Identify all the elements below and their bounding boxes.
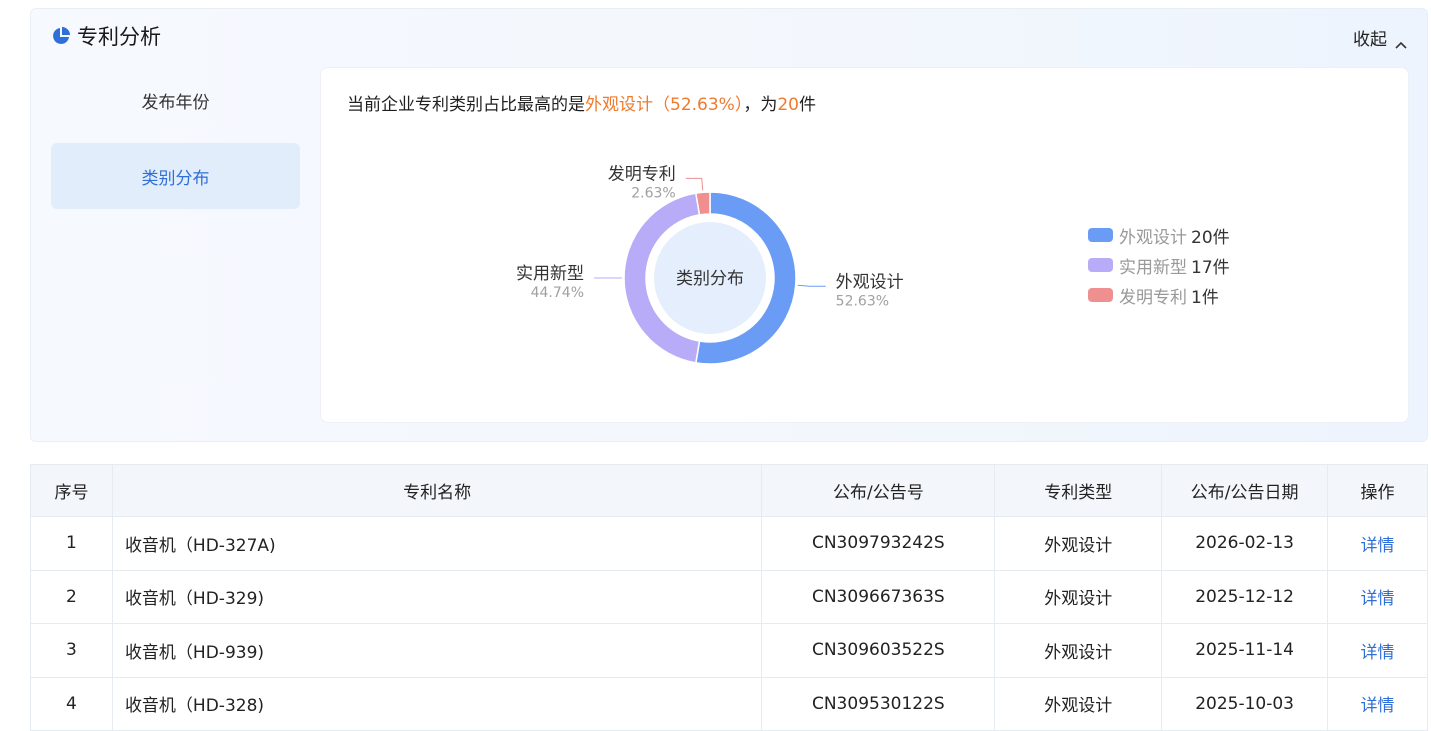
detail-link[interactable]: 详情 <box>1361 589 1395 609</box>
legend-item-appearance-design[interactable]: 外观设计 20件 <box>1088 220 1230 250</box>
panel-header: 专利分析 <box>51 21 161 51</box>
cell-patent-name: 收音机（HD-328) <box>111 676 763 731</box>
cell-publication-number: CN309793242S <box>761 516 996 571</box>
header-patent-name: 专利名称 <box>111 464 763 517</box>
slice-percent-appearance-design: 52.63% <box>836 293 889 309</box>
header-index: 序号 <box>30 464 113 517</box>
legend-label: 发明专利 <box>1119 287 1187 308</box>
cell-index: 2 <box>30 569 113 624</box>
cell-patent-type: 外观设计 <box>994 516 1163 571</box>
cell-publication-date: 2026-02-13 <box>1161 516 1329 571</box>
slice-label-appearance-design: 外观设计 <box>836 272 904 292</box>
legend-label: 实用新型 <box>1119 257 1187 278</box>
patent-table: 序号 专利名称 公布/公告号 专利类型 公布/公告日期 操作 1 收音机（HD-… <box>30 464 1428 731</box>
cell-action: 详情 <box>1327 516 1428 571</box>
cell-publication-number: CN309603522S <box>761 623 996 678</box>
detail-link[interactable]: 详情 <box>1361 696 1395 716</box>
cell-patent-type: 外观设计 <box>994 676 1163 731</box>
chart-legend: 外观设计 20件 实用新型 17件 发明专利 1件 <box>1088 220 1230 310</box>
cell-patent-name: 收音机（HD-939) <box>111 623 763 678</box>
table-row: 4 收音机（HD-328) CN309530122S 外观设计 2025-10-… <box>30 676 1428 731</box>
table-row: 1 收音机（HD-327A) CN309793242S 外观设计 2026-02… <box>30 516 1428 571</box>
cell-patent-type: 外观设计 <box>994 623 1163 678</box>
cell-patent-type: 外观设计 <box>994 569 1163 624</box>
cell-action: 详情 <box>1327 623 1428 678</box>
cell-index: 3 <box>30 623 113 678</box>
tab-label: 类别分布 <box>141 168 210 189</box>
collapse-button[interactable]: 收起 <box>1353 25 1407 50</box>
legend-label: 外观设计 <box>1119 227 1187 248</box>
slice-label-invention-patent: 发明专利 <box>608 164 676 184</box>
cell-patent-name: 收音机（HD-329) <box>111 569 763 624</box>
leader-line-invention-patent <box>685 177 704 191</box>
table-row: 3 收音机（HD-939) CN309603522S 外观设计 2025-11-… <box>30 623 1428 678</box>
legend-swatch <box>1088 288 1113 302</box>
legend-item-utility-model[interactable]: 实用新型 17件 <box>1088 250 1230 280</box>
cell-publication-number: CN309667363S <box>761 569 996 624</box>
tab-publish-year[interactable]: 发布年份 <box>51 67 300 133</box>
cell-publication-date: 2025-12-12 <box>1161 569 1329 624</box>
legend-swatch <box>1088 228 1113 242</box>
table-row: 2 收音机（HD-329) CN309667363S 外观设计 2025-12-… <box>30 569 1428 624</box>
legend-item-invention-patent[interactable]: 发明专利 1件 <box>1088 280 1230 310</box>
table-header-row: 序号 专利名称 公布/公告号 专利类型 公布/公告日期 操作 <box>30 464 1428 517</box>
header-patent-type: 专利类型 <box>994 464 1163 517</box>
legend-count: 1件 <box>1191 287 1219 308</box>
tab-label: 发布年份 <box>141 92 210 113</box>
cell-publication-date: 2025-11-14 <box>1161 623 1329 678</box>
tab-category-distribution[interactable]: 类别分布 <box>51 143 300 209</box>
collapse-label: 收起 <box>1353 30 1387 50</box>
category-donut-chart: 外观设计52.63% 实用新型44.74% 发明专利2.63% 类别分布 <box>516 164 904 365</box>
panel-title: 专利分析 <box>77 25 161 49</box>
pie-chart-icon <box>51 26 71 46</box>
header-publication-number: 公布/公告号 <box>761 464 996 517</box>
header-publication-date: 公布/公告日期 <box>1161 464 1329 517</box>
cell-action: 详情 <box>1327 569 1428 624</box>
chevron-up-icon <box>1395 34 1407 49</box>
cell-index: 1 <box>30 516 113 571</box>
slice-percent-invention-patent: 2.63% <box>631 185 675 201</box>
cell-action: 详情 <box>1327 676 1428 731</box>
slice-label-utility-model: 实用新型 <box>516 264 584 284</box>
leader-line-appearance-design <box>797 284 826 287</box>
legend-swatch <box>1088 258 1113 272</box>
header-action: 操作 <box>1327 464 1428 517</box>
legend-count: 17件 <box>1191 257 1230 278</box>
chart-card: 当前企业专利类别占比最高的是外观设计（52.63%），为20件 外观设计 52.6… <box>320 67 1409 423</box>
cell-patent-name: 收音机（HD-327A) <box>111 516 763 571</box>
cell-publication-number: CN309530122S <box>761 676 996 731</box>
donut-center-label: 类别分布 <box>676 269 744 289</box>
patent-analysis-panel: 专利分析 收起 发布年份 类别分布 当前企业专利类别占比最高的是外观设计（52.… <box>30 8 1428 442</box>
detail-link[interactable]: 详情 <box>1361 643 1395 663</box>
side-tabs: 发布年份 类别分布 <box>51 67 300 219</box>
cell-publication-date: 2025-10-03 <box>1161 676 1329 731</box>
cell-index: 4 <box>30 676 113 731</box>
legend-count: 20件 <box>1191 227 1230 248</box>
slice-percent-utility-model: 44.74% <box>531 285 584 301</box>
detail-link[interactable]: 详情 <box>1361 536 1395 556</box>
